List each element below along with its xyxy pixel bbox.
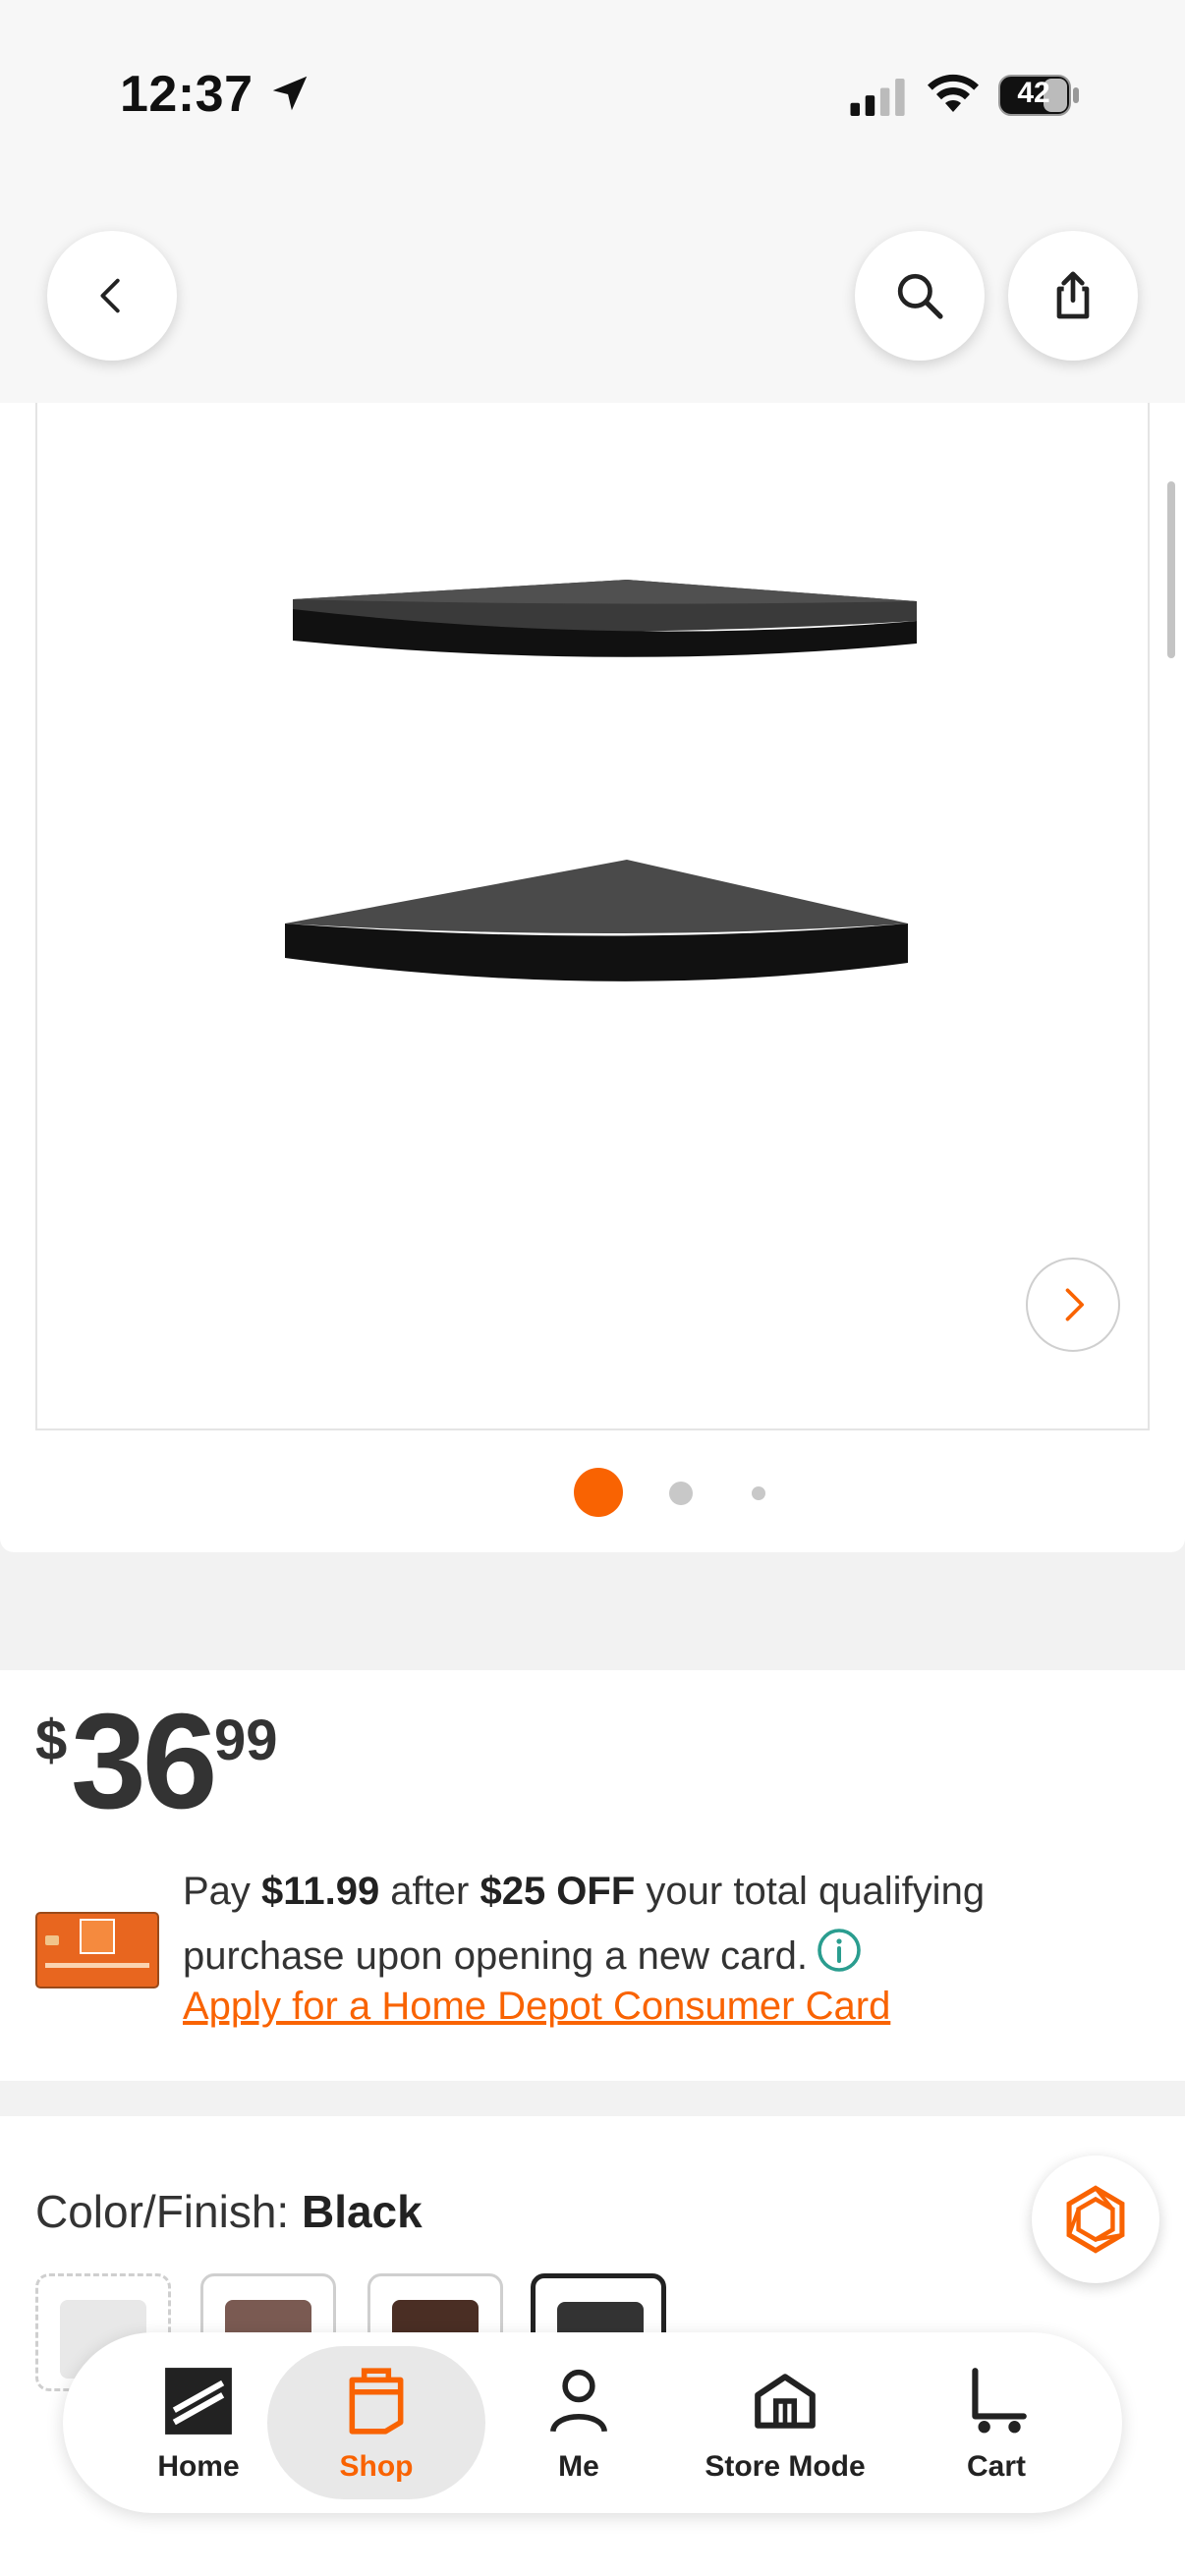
credit-card-image [35,1912,159,1988]
shop-tag-icon [337,2362,416,2440]
share-icon [1056,271,1090,319]
status-time: 12:37 [120,66,254,123]
product-image-gallery[interactable] [0,403,1185,1552]
pagination-dot-active[interactable] [574,1468,623,1517]
tab-me[interactable]: Me [505,2332,652,2513]
chevron-left-icon [100,278,120,313]
tab-cart-label: Cart [966,2450,1026,2483]
price-cents: 99 [214,1708,278,1772]
promo-pay-prefix: Pay [183,1870,262,1913]
tab-shop-label: Shop [339,2450,414,2483]
tab-me-label: Me [558,2450,599,2483]
apply-card-link[interactable]: Apply for a Home Depot Consumer Card [183,1985,890,2029]
pagination-dot[interactable] [669,1482,693,1505]
color-selected-value: Black [301,2186,423,2237]
home-depot-logo-icon [159,2362,238,2440]
wifi-icon [928,74,979,112]
share-button[interactable] [1008,231,1138,361]
location-arrow-icon [272,76,308,111]
product-image-frame [35,403,1150,1430]
back-button[interactable] [47,231,177,361]
search-icon [897,273,943,319]
gallery-pagination [0,1458,1185,1517]
card-promo-text: Pay $11.99 after $25 OFF your total qual… [183,1859,1126,1988]
tab-store-mode[interactable]: Store Mode [672,2332,898,2513]
chevron-right-icon [1065,1288,1084,1321]
color-finish-label: Color/Finish: Black [35,2185,423,2238]
next-image-button[interactable] [1026,1258,1120,1352]
battery-percentage: 42 [1017,77,1050,109]
cellular-signal-icon [850,79,905,116]
price-dollars: 36 [71,1686,217,1837]
tab-home-label: Home [157,2450,240,2483]
pagination-dot[interactable] [752,1486,765,1500]
store-icon [746,2362,824,2440]
info-icon[interactable] [816,1927,863,1974]
price-section: $ 36 99 Pay $11.99 after $25 OFF your to… [0,1670,1185,2081]
price-currency: $ [35,1708,68,1772]
promo-after: after [379,1870,480,1913]
hexagon-icon [1066,2185,1125,2254]
person-icon [539,2362,618,2440]
bottom-tab-bar: Home Shop Me Store Mode Cart [63,2332,1122,2513]
tab-home[interactable]: Home [110,2332,287,2513]
promo-discount: $25 OFF [480,1870,636,1913]
cart-icon [957,2362,1036,2440]
color-label-prefix: Color/Finish: [35,2186,302,2237]
promo-pay-amount: $11.99 [261,1870,380,1913]
product-image [285,580,917,981]
header-area: 12:37 42 [0,0,1185,403]
tab-store-mode-label: Store Mode [705,2450,866,2483]
search-button[interactable] [855,231,985,361]
tab-cart[interactable]: Cart [918,2332,1075,2513]
scrollbar[interactable] [1167,481,1175,658]
magic-apron-button[interactable] [1032,2156,1159,2283]
tab-shop[interactable]: Shop [267,2346,485,2499]
